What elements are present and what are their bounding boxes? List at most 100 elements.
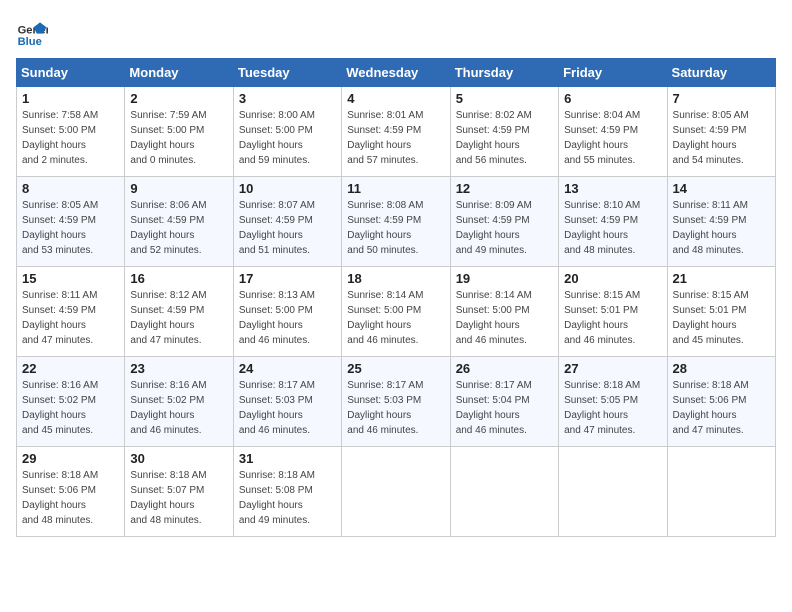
logo-icon: General Blue [16, 16, 48, 48]
svg-text:Blue: Blue [18, 36, 42, 48]
calendar-cell: 12 Sunrise: 8:09 AMSunset: 4:59 PMDaylig… [450, 177, 558, 267]
day-info: Sunrise: 8:16 AMSunset: 5:02 PMDaylight … [130, 380, 206, 436]
calendar-cell: 21 Sunrise: 8:15 AMSunset: 5:01 PMDaylig… [667, 267, 775, 357]
header-tuesday: Tuesday [233, 59, 341, 87]
calendar-cell: 4 Sunrise: 8:01 AMSunset: 4:59 PMDayligh… [342, 87, 450, 177]
day-number: 5 [456, 91, 553, 106]
day-info: Sunrise: 8:18 AMSunset: 5:06 PMDaylight … [673, 380, 749, 436]
calendar-cell: 29 Sunrise: 8:18 AMSunset: 5:06 PMDaylig… [17, 447, 125, 537]
calendar-cell: 6 Sunrise: 8:04 AMSunset: 4:59 PMDayligh… [559, 87, 667, 177]
day-info: Sunrise: 8:17 AMSunset: 5:03 PMDaylight … [347, 380, 423, 436]
day-info: Sunrise: 8:11 AMSunset: 4:59 PMDaylight … [673, 200, 748, 256]
day-info: Sunrise: 8:07 AMSunset: 4:59 PMDaylight … [239, 200, 315, 256]
day-number: 13 [564, 181, 661, 196]
day-info: Sunrise: 8:05 AMSunset: 4:59 PMDaylight … [673, 110, 749, 166]
calendar-cell: 19 Sunrise: 8:14 AMSunset: 5:00 PMDaylig… [450, 267, 558, 357]
calendar-cell: 28 Sunrise: 8:18 AMSunset: 5:06 PMDaylig… [667, 357, 775, 447]
day-info: Sunrise: 8:06 AMSunset: 4:59 PMDaylight … [130, 200, 206, 256]
calendar-cell: 5 Sunrise: 8:02 AMSunset: 4:59 PMDayligh… [450, 87, 558, 177]
day-number: 23 [130, 361, 227, 376]
calendar-cell: 16 Sunrise: 8:12 AMSunset: 4:59 PMDaylig… [125, 267, 233, 357]
day-number: 15 [22, 271, 119, 286]
day-info: Sunrise: 8:18 AMSunset: 5:06 PMDaylight … [22, 470, 98, 526]
day-number: 29 [22, 451, 119, 466]
calendar-cell: 2 Sunrise: 7:59 AMSunset: 5:00 PMDayligh… [125, 87, 233, 177]
calendar-cell [559, 447, 667, 537]
header-monday: Monday [125, 59, 233, 87]
day-info: Sunrise: 8:09 AMSunset: 4:59 PMDaylight … [456, 200, 532, 256]
calendar-cell [342, 447, 450, 537]
calendar-cell: 9 Sunrise: 8:06 AMSunset: 4:59 PMDayligh… [125, 177, 233, 267]
calendar-cell: 23 Sunrise: 8:16 AMSunset: 5:02 PMDaylig… [125, 357, 233, 447]
calendar-row: 29 Sunrise: 8:18 AMSunset: 5:06 PMDaylig… [17, 447, 776, 537]
day-info: Sunrise: 7:59 AMSunset: 5:00 PMDaylight … [130, 110, 206, 166]
calendar-cell: 15 Sunrise: 8:11 AMSunset: 4:59 PMDaylig… [17, 267, 125, 357]
calendar-cell: 27 Sunrise: 8:18 AMSunset: 5:05 PMDaylig… [559, 357, 667, 447]
calendar-header-row: SundayMondayTuesdayWednesdayThursdayFrid… [17, 59, 776, 87]
day-number: 27 [564, 361, 661, 376]
calendar-cell: 13 Sunrise: 8:10 AMSunset: 4:59 PMDaylig… [559, 177, 667, 267]
day-info: Sunrise: 8:10 AMSunset: 4:59 PMDaylight … [564, 200, 640, 256]
day-number: 14 [673, 181, 770, 196]
day-info: Sunrise: 8:18 AMSunset: 5:07 PMDaylight … [130, 470, 206, 526]
day-number: 25 [347, 361, 444, 376]
day-number: 7 [673, 91, 770, 106]
day-info: Sunrise: 8:17 AMSunset: 5:04 PMDaylight … [456, 380, 532, 436]
header-friday: Friday [559, 59, 667, 87]
day-number: 20 [564, 271, 661, 286]
calendar-cell: 30 Sunrise: 8:18 AMSunset: 5:07 PMDaylig… [125, 447, 233, 537]
calendar-cell: 31 Sunrise: 8:18 AMSunset: 5:08 PMDaylig… [233, 447, 341, 537]
calendar-table: SundayMondayTuesdayWednesdayThursdayFrid… [16, 58, 776, 537]
day-info: Sunrise: 8:14 AMSunset: 5:00 PMDaylight … [456, 290, 532, 346]
day-number: 1 [22, 91, 119, 106]
day-number: 28 [673, 361, 770, 376]
day-info: Sunrise: 8:01 AMSunset: 4:59 PMDaylight … [347, 110, 423, 166]
calendar-cell: 10 Sunrise: 8:07 AMSunset: 4:59 PMDaylig… [233, 177, 341, 267]
day-info: Sunrise: 8:15 AMSunset: 5:01 PMDaylight … [564, 290, 640, 346]
calendar-row: 15 Sunrise: 8:11 AMSunset: 4:59 PMDaylig… [17, 267, 776, 357]
day-info: Sunrise: 8:15 AMSunset: 5:01 PMDaylight … [673, 290, 749, 346]
calendar-cell: 7 Sunrise: 8:05 AMSunset: 4:59 PMDayligh… [667, 87, 775, 177]
day-number: 10 [239, 181, 336, 196]
calendar-row: 8 Sunrise: 8:05 AMSunset: 4:59 PMDayligh… [17, 177, 776, 267]
calendar-cell [450, 447, 558, 537]
calendar-cell: 17 Sunrise: 8:13 AMSunset: 5:00 PMDaylig… [233, 267, 341, 357]
day-info: Sunrise: 8:12 AMSunset: 4:59 PMDaylight … [130, 290, 206, 346]
calendar-cell: 26 Sunrise: 8:17 AMSunset: 5:04 PMDaylig… [450, 357, 558, 447]
day-info: Sunrise: 8:02 AMSunset: 4:59 PMDaylight … [456, 110, 532, 166]
day-number: 11 [347, 181, 444, 196]
calendar-cell: 18 Sunrise: 8:14 AMSunset: 5:00 PMDaylig… [342, 267, 450, 357]
header-thursday: Thursday [450, 59, 558, 87]
day-number: 31 [239, 451, 336, 466]
calendar-row: 1 Sunrise: 7:58 AMSunset: 5:00 PMDayligh… [17, 87, 776, 177]
header-sunday: Sunday [17, 59, 125, 87]
calendar-cell: 1 Sunrise: 7:58 AMSunset: 5:00 PMDayligh… [17, 87, 125, 177]
calendar-cell [667, 447, 775, 537]
day-number: 3 [239, 91, 336, 106]
day-number: 2 [130, 91, 227, 106]
day-number: 22 [22, 361, 119, 376]
day-number: 6 [564, 91, 661, 106]
day-info: Sunrise: 8:05 AMSunset: 4:59 PMDaylight … [22, 200, 98, 256]
day-info: Sunrise: 8:18 AMSunset: 5:08 PMDaylight … [239, 470, 315, 526]
day-info: Sunrise: 8:13 AMSunset: 5:00 PMDaylight … [239, 290, 315, 346]
calendar-cell: 22 Sunrise: 8:16 AMSunset: 5:02 PMDaylig… [17, 357, 125, 447]
calendar-cell: 14 Sunrise: 8:11 AMSunset: 4:59 PMDaylig… [667, 177, 775, 267]
day-number: 30 [130, 451, 227, 466]
calendar-cell: 8 Sunrise: 8:05 AMSunset: 4:59 PMDayligh… [17, 177, 125, 267]
day-number: 17 [239, 271, 336, 286]
day-number: 4 [347, 91, 444, 106]
logo: General Blue [16, 16, 24, 48]
day-info: Sunrise: 8:16 AMSunset: 5:02 PMDaylight … [22, 380, 98, 436]
day-info: Sunrise: 8:00 AMSunset: 5:00 PMDaylight … [239, 110, 315, 166]
header-wednesday: Wednesday [342, 59, 450, 87]
day-number: 9 [130, 181, 227, 196]
day-info: Sunrise: 8:08 AMSunset: 4:59 PMDaylight … [347, 200, 423, 256]
day-number: 24 [239, 361, 336, 376]
calendar-cell: 24 Sunrise: 8:17 AMSunset: 5:03 PMDaylig… [233, 357, 341, 447]
day-number: 12 [456, 181, 553, 196]
calendar-cell: 3 Sunrise: 8:00 AMSunset: 5:00 PMDayligh… [233, 87, 341, 177]
day-number: 19 [456, 271, 553, 286]
day-info: Sunrise: 8:04 AMSunset: 4:59 PMDaylight … [564, 110, 640, 166]
day-number: 18 [347, 271, 444, 286]
